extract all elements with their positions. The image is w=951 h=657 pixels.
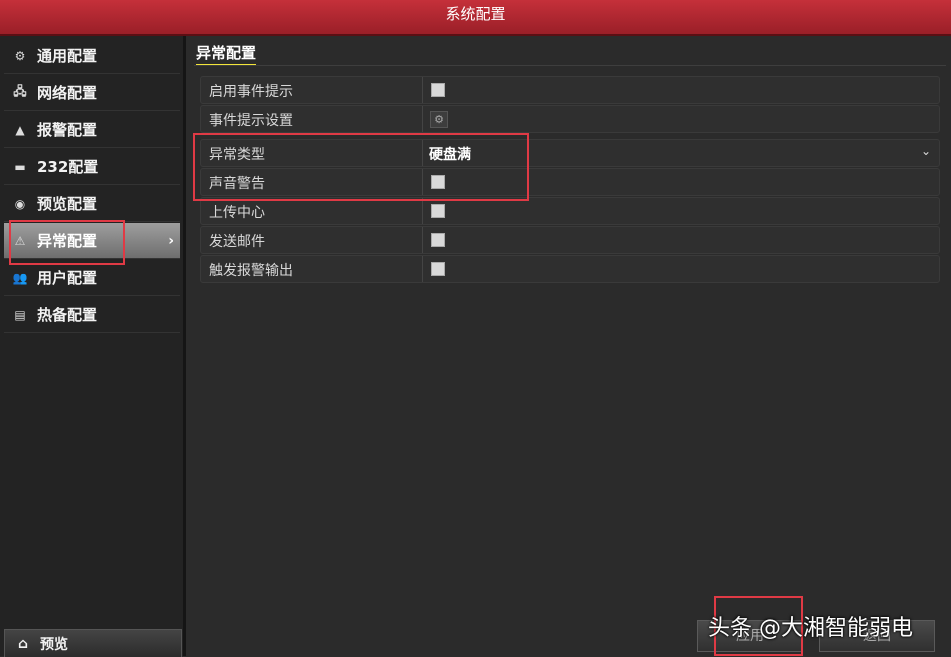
row-exception-type[interactable]: 异常类型 硬盘满 ⌄	[200, 139, 940, 167]
sidebar-item-label: 网络配置	[37, 84, 98, 102]
home-icon: ⌂	[17, 635, 29, 652]
chevron-down-icon[interactable]: ⌄	[921, 144, 931, 158]
section-title: 异常配置	[196, 42, 257, 66]
row-label: 启用事件提示	[209, 84, 293, 100]
row-label: 发送邮件	[209, 234, 265, 250]
sidebar-item-network[interactable]: 🖧 网络配置	[4, 75, 180, 111]
row-send-email: 发送邮件	[200, 226, 940, 254]
watermark-text: 头条 @大湘智能弱电	[708, 616, 913, 641]
row-upload-center: 上传中心	[200, 197, 940, 225]
trigger-alarm-output-checkbox[interactable]	[431, 262, 445, 276]
sidebar-item-232[interactable]: ▬ 232配置	[4, 149, 180, 185]
exception-type-select[interactable]: 硬盘满	[429, 144, 471, 164]
row-label: 异常类型	[209, 147, 265, 163]
sidebar-item-exception[interactable]: ⚠ 异常配置 ›	[4, 223, 180, 259]
enable-event-hint-checkbox[interactable]	[431, 83, 445, 97]
serial-port-icon: ▬	[14, 159, 26, 174]
upload-center-checkbox[interactable]	[431, 204, 445, 218]
sidebar-item-label: 预览配置	[37, 195, 98, 213]
warning-icon: ⚠	[14, 233, 26, 248]
preview-button[interactable]: ⌂ 预览	[4, 629, 182, 657]
main-panel: 异常配置 启用事件提示 事件提示设置 ⚙ 异常类型 硬盘满 ⌄ 声音警告 上传中…	[186, 36, 951, 656]
sidebar-item-alarm[interactable]: ▲ 报警配置	[4, 112, 180, 148]
sidebar-item-label: 热备配置	[37, 306, 98, 324]
row-trigger-alarm-output: 触发报警输出	[200, 255, 940, 283]
audible-warning-checkbox[interactable]	[431, 175, 445, 189]
sidebar-item-preview-config[interactable]: ◉ 预览配置	[4, 186, 180, 222]
row-enable-event-hint: 启用事件提示	[200, 76, 940, 104]
sidebar-item-label: 232配置	[37, 158, 99, 176]
row-audible-warning: 声音警告	[200, 168, 940, 196]
row-label: 上传中心	[209, 205, 265, 221]
window-title: 系统配置	[0, 0, 951, 36]
chevron-right-icon: ›	[168, 232, 174, 249]
row-label: 触发报警输出	[209, 263, 293, 279]
sidebar-item-label: 用户配置	[37, 269, 98, 287]
users-icon: 👥	[12, 270, 28, 285]
eye-icon: ◉	[14, 196, 26, 211]
network-icon: 🖧	[13, 84, 27, 98]
sidebar-item-hot-backup[interactable]: ▤ 热备配置	[4, 297, 180, 333]
bell-icon: ▲	[15, 122, 25, 137]
sidebar-item-label: 异常配置	[37, 232, 98, 250]
row-label: 声音警告	[209, 176, 265, 192]
event-hint-settings-gear-icon[interactable]: ⚙	[430, 111, 448, 128]
sidebar-item-label: 报警配置	[37, 121, 98, 139]
row-event-hint-settings: 事件提示设置 ⚙	[200, 105, 940, 133]
sidebar-item-user[interactable]: 👥 用户配置	[4, 260, 180, 296]
sidebar-item-label: 通用配置	[37, 47, 98, 65]
backup-icon: ▤	[14, 307, 26, 322]
gear-icon: ⚙	[14, 48, 26, 63]
section-divider	[194, 65, 946, 66]
sidebar: ⚙ 通用配置 🖧 网络配置 ▲ 报警配置 ▬ 232配置 ◉ 预览配置 ⚠ 异常…	[0, 36, 186, 656]
sidebar-item-general[interactable]: ⚙ 通用配置	[4, 38, 180, 74]
row-label: 事件提示设置	[209, 113, 293, 129]
send-email-checkbox[interactable]	[431, 233, 445, 247]
preview-button-label: 预览	[40, 636, 68, 653]
